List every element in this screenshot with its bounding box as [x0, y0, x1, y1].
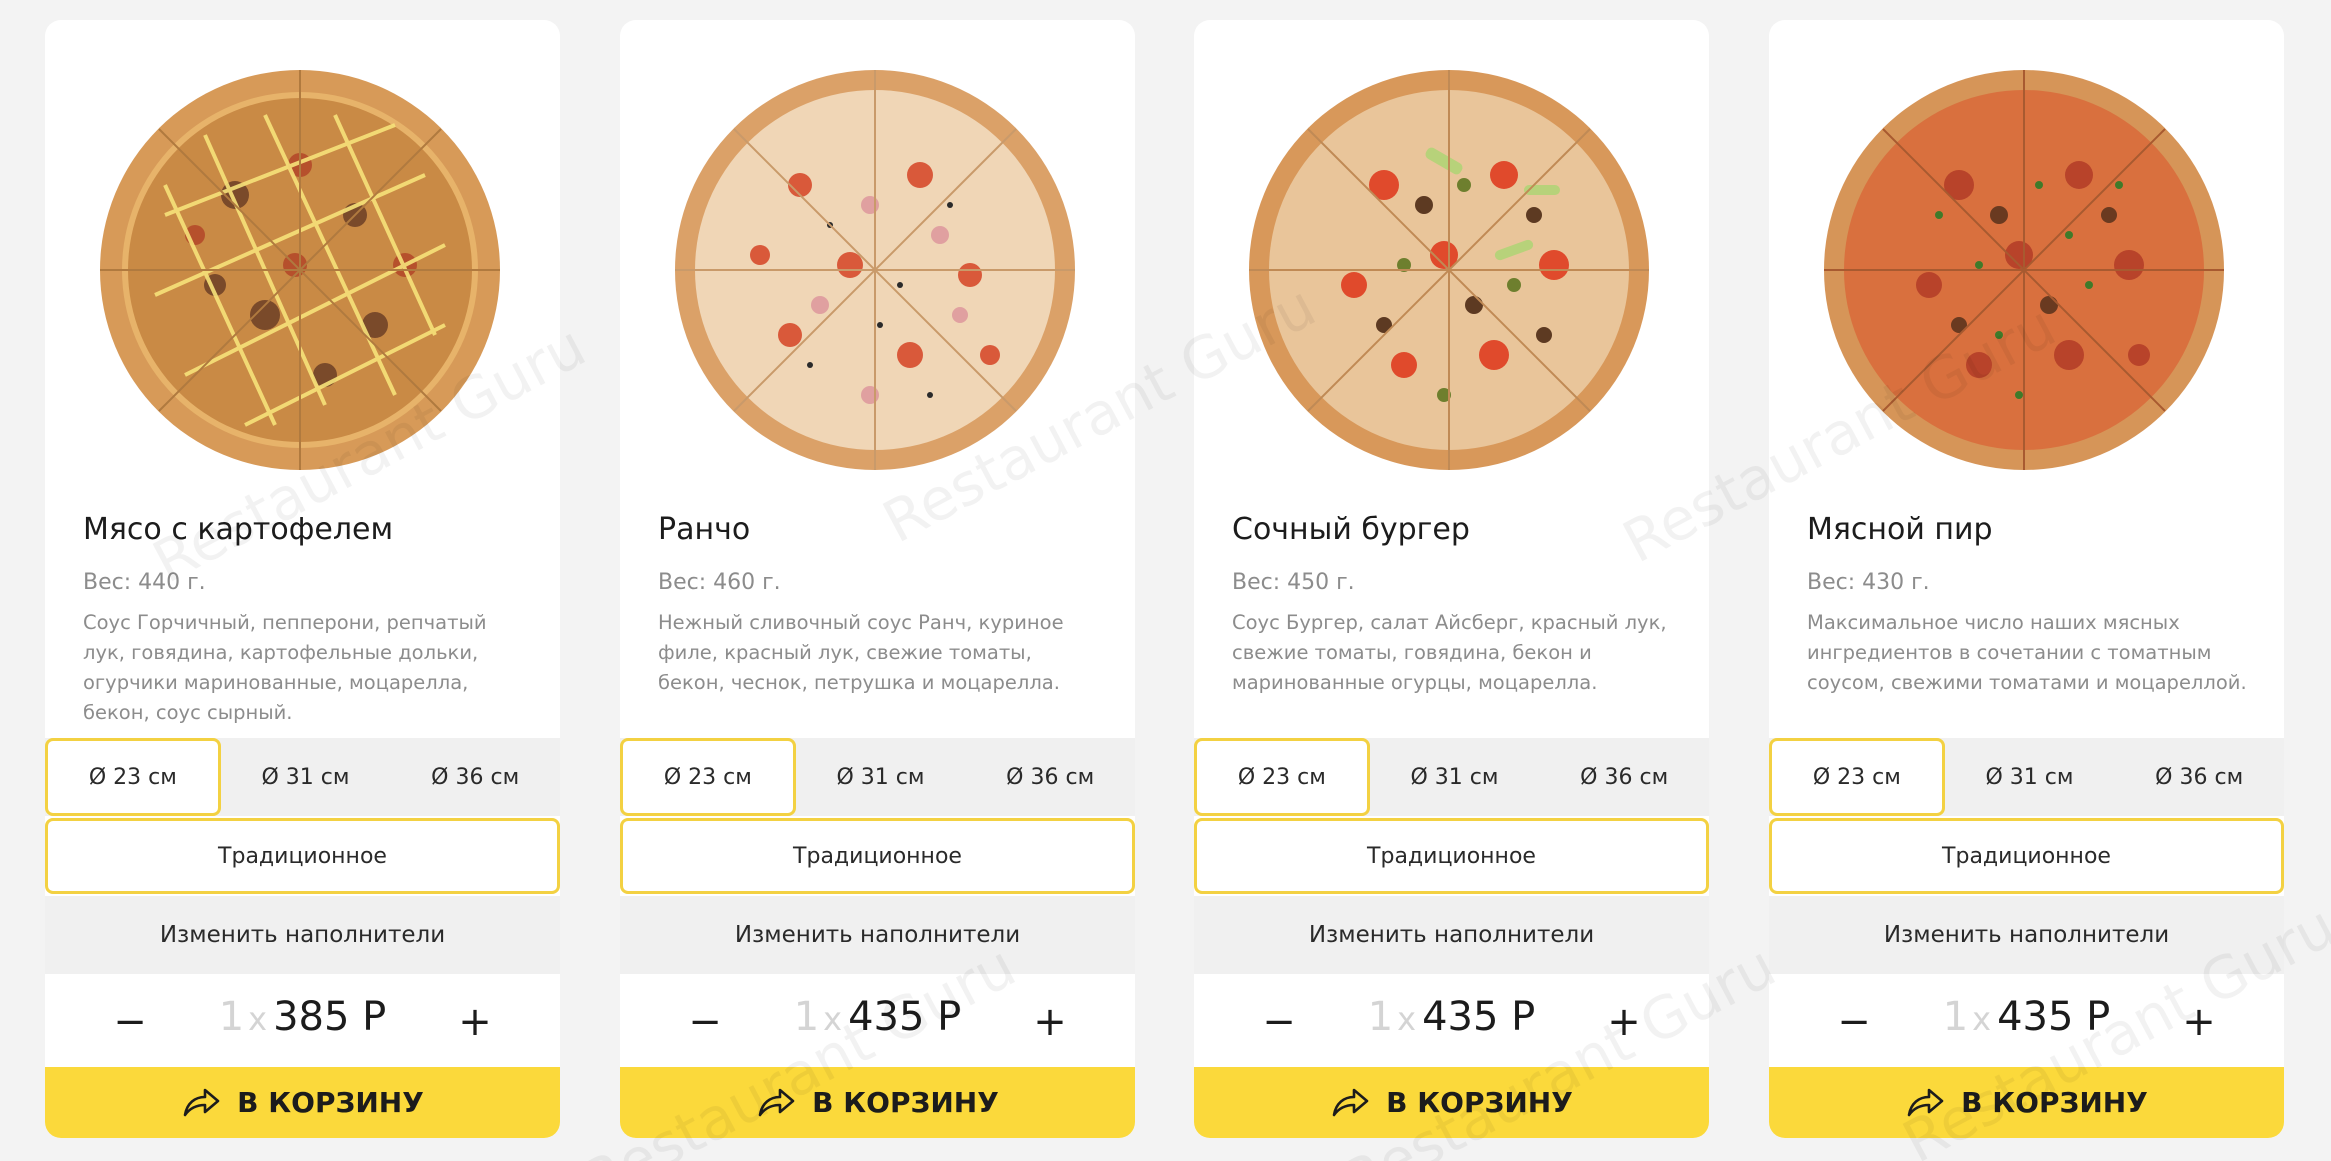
quantity-multiplier: x — [1972, 1000, 1992, 1038]
size-option-36[interactable]: Ø 36 см — [2114, 738, 2284, 816]
quantity-stepper: − 1 x 385 Р + — [45, 974, 560, 1070]
size-selector: Ø 23 см Ø 31 см Ø 36 см — [620, 738, 1135, 816]
quantity-count: 1 — [793, 994, 820, 1040]
size-option-23[interactable]: Ø 23 см — [1769, 738, 1945, 816]
add-to-cart-button[interactable]: В КОРЗИНУ — [45, 1067, 560, 1138]
product-description: Нежный сливочный соус Ранч, куриное филе… — [658, 611, 1064, 694]
dough-option-traditional[interactable]: Традиционное — [1194, 818, 1709, 894]
quantity-multiplier: x — [1397, 1000, 1417, 1038]
size-option-36[interactable]: Ø 36 см — [965, 738, 1135, 816]
product-price: 435 Р — [1997, 994, 2111, 1040]
quantity-stepper: − 1 x 435 Р + — [1769, 974, 2284, 1070]
pizza-photo-icon — [1824, 70, 2224, 470]
product-weight: Вес: 430 г. — [1807, 570, 1930, 595]
quantity-count: 1 — [1367, 994, 1394, 1040]
menu-grid: Мясо с картофелем Вес: 440 г. Соус Горчи… — [0, 0, 2331, 1161]
size-selector: Ø 23 см Ø 31 см Ø 36 см — [45, 738, 560, 816]
size-selector: Ø 23 см Ø 31 см Ø 36 см — [1194, 738, 1709, 816]
product-description: Соус Горчичный, пепперони, репчатый лук,… — [83, 611, 487, 724]
quantity-count: 1 — [1942, 994, 1969, 1040]
size-option-31[interactable]: Ø 31 см — [796, 738, 966, 816]
size-selector: Ø 23 см Ø 31 см Ø 36 см — [1769, 738, 2284, 816]
product-weight: Вес: 460 г. — [658, 570, 781, 595]
product-card: Сочный бургер Вес: 450 г. Соус Бургер, с… — [1194, 20, 1709, 1138]
product-price: 435 Р — [848, 994, 962, 1040]
change-toppings-button[interactable]: Изменить наполнители — [1194, 896, 1709, 974]
add-to-cart-button[interactable]: В КОРЗИНУ — [620, 1067, 1135, 1138]
pizza-image[interactable] — [1769, 20, 2284, 480]
product-card: Мясной пир Вес: 430 г. Максимальное числ… — [1769, 20, 2284, 1138]
pizza-image[interactable] — [1194, 20, 1709, 480]
change-toppings-button[interactable]: Изменить наполнители — [45, 896, 560, 974]
product-card: Ранчо Вес: 460 г. Нежный сливочный соус … — [620, 20, 1135, 1138]
product-price: 385 Р — [273, 994, 387, 1040]
add-to-cart-label: В КОРЗИНУ — [1961, 1086, 2148, 1119]
quantity-stepper: − 1 x 435 Р + — [1194, 974, 1709, 1070]
pizza-photo-icon — [1249, 70, 1649, 470]
quantity-count: 1 — [218, 994, 245, 1040]
dough-option-traditional[interactable]: Традиционное — [620, 818, 1135, 894]
product-description: Максимальное число наших мясных ингредие… — [1807, 611, 2247, 694]
share-arrow-icon — [758, 1088, 795, 1116]
add-to-cart-label: В КОРЗИНУ — [1386, 1086, 1573, 1119]
size-option-31[interactable]: Ø 31 см — [1945, 738, 2115, 816]
size-option-31[interactable]: Ø 31 см — [221, 738, 391, 816]
size-option-31[interactable]: Ø 31 см — [1370, 738, 1540, 816]
change-toppings-button[interactable]: Изменить наполнители — [620, 896, 1135, 974]
pizza-photo-icon — [675, 70, 1075, 470]
dough-option-traditional[interactable]: Традиционное — [1769, 818, 2284, 894]
pizza-image[interactable] — [620, 20, 1135, 480]
product-weight: Вес: 440 г. — [83, 570, 206, 595]
share-arrow-icon — [1907, 1088, 1944, 1116]
add-to-cart-button[interactable]: В КОРЗИНУ — [1769, 1067, 2284, 1138]
pizza-image[interactable] — [45, 20, 560, 480]
size-option-23[interactable]: Ø 23 см — [1194, 738, 1370, 816]
share-arrow-icon — [183, 1088, 220, 1116]
dough-option-traditional[interactable]: Традиционное — [45, 818, 560, 894]
product-description: Соус Бургер, салат Айсберг, красный лук,… — [1232, 611, 1667, 694]
increase-quantity-button[interactable]: + — [1020, 992, 1080, 1052]
size-option-36[interactable]: Ø 36 см — [390, 738, 560, 816]
add-to-cart-label: В КОРЗИНУ — [812, 1086, 999, 1119]
size-option-23[interactable]: Ø 23 см — [45, 738, 221, 816]
quantity-stepper: − 1 x 435 Р + — [620, 974, 1135, 1070]
change-toppings-button[interactable]: Изменить наполнители — [1769, 896, 2284, 974]
add-to-cart-button[interactable]: В КОРЗИНУ — [1194, 1067, 1709, 1138]
quantity-multiplier: x — [823, 1000, 843, 1038]
product-title[interactable]: Мясо с картофелем — [83, 512, 393, 547]
product-card: Мясо с картофелем Вес: 440 г. Соус Горчи… — [45, 20, 560, 1138]
size-option-23[interactable]: Ø 23 см — [620, 738, 796, 816]
increase-quantity-button[interactable]: + — [445, 992, 505, 1052]
product-price: 435 Р — [1422, 994, 1536, 1040]
product-weight: Вес: 450 г. — [1232, 570, 1355, 595]
pizza-photo-icon — [100, 70, 500, 470]
add-to-cart-label: В КОРЗИНУ — [237, 1086, 424, 1119]
quantity-multiplier: x — [248, 1000, 268, 1038]
product-title[interactable]: Мясной пир — [1807, 512, 1993, 547]
share-arrow-icon — [1332, 1088, 1369, 1116]
increase-quantity-button[interactable]: + — [2169, 992, 2229, 1052]
product-title[interactable]: Сочный бургер — [1232, 512, 1470, 547]
product-title[interactable]: Ранчо — [658, 512, 750, 547]
size-option-36[interactable]: Ø 36 см — [1539, 738, 1709, 816]
increase-quantity-button[interactable]: + — [1594, 992, 1654, 1052]
